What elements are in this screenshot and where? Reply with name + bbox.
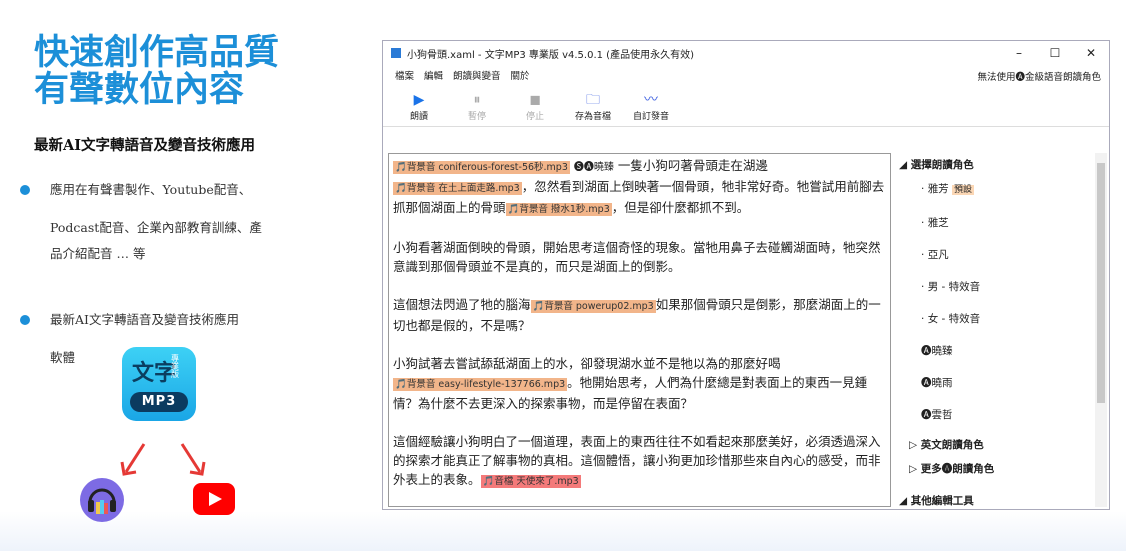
group-label: 更多🅐朗讀角色: [920, 463, 995, 475]
save-audio-button[interactable]: 🗀 存為音檔: [565, 85, 621, 126]
custom-pronunciation-label: 自訂發音: [632, 112, 669, 122]
paragraph-1: 🎵背景音 coniferous-forest-56秒.mp3 🅢🅐曉臻 一隻小狗…: [393, 156, 886, 219]
pause-button[interactable]: ⏸ 暫停: [449, 85, 505, 126]
paragraph-text: 這個想法閃過了牠的腦海: [393, 297, 531, 312]
bullet-1-line-3: 品介紹配音 … 等: [50, 246, 146, 261]
folder-icon: 🗀: [586, 92, 600, 108]
custom-pronunciation-button[interactable]: 〰 自訂發音: [623, 85, 679, 126]
pause-label: 暫停: [467, 112, 486, 122]
voice-header-label: 選擇朗讀角色: [910, 159, 974, 171]
bullet-1-line-2: Podcast配音、企業內部教育訓練、產: [50, 220, 262, 235]
voice-item[interactable]: 🅐曉雨: [921, 375, 953, 390]
bullet-2-line-1: 最新AI文字轉語音及變音技術應用: [50, 312, 239, 327]
paragraph-5: 這個經驗讓小狗明白了一個道理，表面上的東西往往不如看起來那麼美好，必須透過深入的…: [393, 432, 886, 491]
bullet-dot: [20, 315, 30, 325]
subtitle: 最新AI文字轉語音及變音技術應用: [34, 137, 256, 154]
voice-label: 亞凡: [927, 249, 949, 261]
read-label: 朗讀: [409, 112, 428, 122]
voice-item[interactable]: · 雅芝: [921, 215, 949, 230]
arrow-down-right-icon: [180, 443, 206, 476]
audiobook-icon: [80, 478, 124, 522]
voice-item[interactable]: 🅐雲哲: [921, 407, 953, 422]
save-audio-label: 存為音檔: [574, 112, 611, 122]
pause-icon: ⏸: [473, 92, 481, 108]
voice-item[interactable]: · 亞凡: [921, 247, 949, 262]
close-button[interactable]: ✕: [1073, 46, 1109, 60]
group-more-voices[interactable]: ▷ 更多🅐朗讀角色: [909, 461, 994, 476]
stop-button[interactable]: ◼ 停止: [507, 85, 563, 126]
voice-item[interactable]: · 雅芳 預設: [921, 181, 975, 196]
hero-line-1: 快速創作高品質: [34, 32, 280, 73]
read-button[interactable]: ▶ 朗讀: [391, 85, 447, 126]
paragraph-4: 小狗試著去嘗試舔舐湖面上的水，卻發現湖水並不是牠以為的那麼好喝 🎵背景音 easy…: [393, 354, 886, 413]
bgm-tag[interactable]: 🎵背景音 撥水1秒.mp3: [505, 203, 612, 216]
promo-panel: 快速創作高品質 有聲數位內容 最新AI文字轉語音及變音技術應用 應用在有聲書製作…: [0, 0, 360, 551]
paragraph-2: 小狗看著湖面倒映的骨頭，開始思考這個奇怪的現象。當牠用鼻子去碰觸湖面時，牠突然意…: [393, 240, 881, 274]
stop-label: 停止: [525, 112, 544, 122]
paragraph-text: ，但是卻什麼都抓不到。: [611, 200, 750, 215]
bullet-1: 應用在有聲書製作、Youtube配音、 Podcast配音、企業內部教育訓練、產…: [20, 180, 262, 264]
bgm-tag[interactable]: 🎵背景音 powerup02.mp3: [530, 300, 656, 313]
voice-label: 🅐曉臻: [921, 345, 953, 357]
paragraph-text: 小狗試著去嘗試舔舐湖面上的水，卻發現湖水並不是牠以為的那麼好喝: [393, 356, 781, 371]
bgm-tag[interactable]: 🎵背景音 coniferous-forest-56秒.mp3: [393, 161, 570, 174]
app-logo-icon: [391, 48, 401, 58]
window-controls: – ☐ ✕: [1001, 46, 1109, 60]
hero-line-2: 有聲數位內容: [34, 69, 245, 110]
voice-header[interactable]: ◢ 選擇朗讀角色: [899, 157, 974, 172]
maximize-button[interactable]: ☐: [1037, 46, 1073, 60]
group-english-voices[interactable]: ▷ 英文朗讀角色: [909, 437, 984, 452]
voice-panel-scrollbar[interactable]: [1095, 153, 1107, 507]
group-label: 英文朗讀角色: [920, 439, 984, 451]
voice-tag[interactable]: 🅢🅐曉臻: [574, 162, 614, 173]
voice-item[interactable]: · 男 - 特效音: [921, 279, 980, 294]
voice-panel: ◢ 選擇朗讀角色 · 雅芳 預設 · 雅芝 · 亞凡 · 男 - 特效音 · 女…: [897, 153, 1093, 507]
bgm-tag[interactable]: 🎵背景音 easy-lifestyle-137766.mp3: [393, 378, 568, 391]
window-title: 小狗骨頭.xaml - 文字MP3 專業版 v4.5.0.1 (產品使用永久有效…: [407, 49, 694, 61]
paragraph-3: 這個想法閃過了牠的腦海 🎵背景音 powerup02.mp3 如果那個骨頭只是倒影，…: [393, 295, 886, 335]
toolbar: ▶ 朗讀 ⏸ 暫停 ◼ 停止 🗀 存為音檔 〰 自訂發音: [383, 85, 1109, 127]
app-icon-edition: 專業版: [171, 354, 179, 379]
paragraph-text: 這個經驗讓小狗明白了一個道理，表面上的東西往往不如看起來那麼美好，必須透過深入的…: [393, 434, 881, 487]
voice-item[interactable]: 🅐曉臻: [921, 343, 953, 358]
preset-badge: 預設: [952, 185, 975, 195]
app-icon-badge: MP3: [130, 392, 188, 412]
voice-label: 🅐曉雨: [921, 377, 953, 389]
menu-file[interactable]: 檔案: [395, 68, 414, 82]
voice-label: 雅芳: [927, 183, 949, 195]
voice-label: 雅芝: [927, 217, 949, 229]
bullet-1-line-1: 應用在有聲書製作、Youtube配音、: [50, 182, 252, 197]
paragraph-text: 一隻小狗叼著骨頭走在湖邊: [617, 158, 768, 173]
voice-item[interactable]: · 女 - 特效音: [921, 311, 980, 326]
arrow-down-left-icon: [120, 443, 146, 476]
play-icon: ▶: [413, 92, 425, 108]
app-icon-text: 文字: [132, 361, 177, 386]
voice-label: 男 - 特效音: [927, 281, 981, 293]
text-editor[interactable]: 🎵背景音 coniferous-forest-56秒.mp3 🅢🅐曉臻 一隻小狗…: [388, 153, 891, 507]
stop-icon: ◼: [529, 92, 541, 108]
title-bar: 小狗骨頭.xaml - 文字MP3 專業版 v4.5.0.1 (產品使用永久有效…: [383, 41, 1109, 65]
bgm-tag[interactable]: 🎵背景音 在土上面走路.mp3: [393, 182, 522, 195]
group-other-tools[interactable]: ◢ 其他編輯工具: [899, 493, 974, 507]
voice-label: 🅐雲哲: [921, 409, 953, 421]
menu-about[interactable]: 關於: [511, 68, 530, 82]
voice-label: 女 - 特效音: [927, 313, 981, 325]
gold-voice-notice: 無法使用🅐金級語音朗讀角色: [977, 72, 1101, 83]
menu-edit[interactable]: 編輯: [424, 68, 443, 82]
scrollbar-thumb[interactable]: [1097, 163, 1105, 403]
group-label: 其他編輯工具: [910, 495, 974, 507]
menu-bar: 檔案 編輯 朗讀與變音 關於 無法使用🅐金級語音朗讀角色: [383, 65, 1109, 85]
menu-read-voice[interactable]: 朗讀與變音: [453, 68, 501, 82]
app-icon: 文字 專業版 MP3: [122, 347, 196, 421]
audio-tag[interactable]: 🎵音檔 天使來了.mp3: [480, 475, 581, 488]
youtube-icon: [193, 483, 235, 515]
voice-icon: 〰: [644, 92, 658, 108]
app-window: 小狗骨頭.xaml - 文字MP3 專業版 v4.5.0.1 (產品使用永久有效…: [382, 40, 1110, 510]
hero-title: 快速創作高品質 有聲數位內容: [34, 34, 279, 108]
bullet-dot: [20, 185, 30, 195]
minimize-button[interactable]: –: [1001, 46, 1037, 60]
